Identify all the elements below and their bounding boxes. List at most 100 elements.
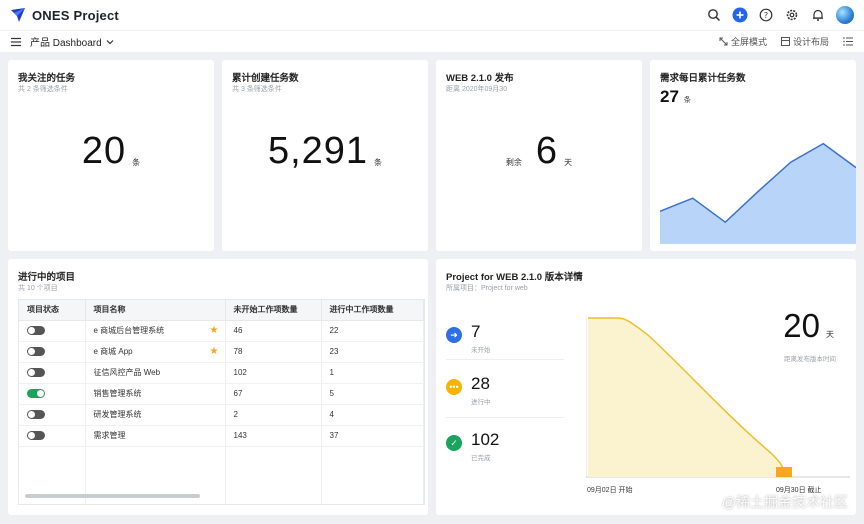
daily-count: 27: [660, 87, 679, 106]
card-title: Project for WEB 2.1.0 版本详情: [446, 272, 583, 283]
project-name[interactable]: e 商城 App: [94, 347, 133, 356]
column-header[interactable]: 项目名称: [85, 300, 226, 321]
check-icon: ✓: [446, 435, 462, 451]
followed-count: 20: [81, 130, 127, 172]
unit-label: 条: [683, 97, 691, 104]
table-row[interactable]: 征信风控产品 Web 102 1: [19, 362, 424, 384]
created-tasks-card: 累计创建任务数 共 3 条筛选条件 5,291 条: [222, 60, 428, 251]
burndown-area: [588, 318, 784, 477]
design-layout-button[interactable]: 设计布局: [780, 35, 829, 48]
chevron-down-icon[interactable]: [105, 37, 115, 47]
followed-tasks-card: 我关注的任务 共 2 条筛选条件 20 条: [8, 60, 214, 251]
star-icon[interactable]: ★: [210, 346, 219, 357]
todo-count: 46: [225, 320, 322, 342]
remaining-days: 6: [535, 130, 559, 172]
card-subtitle: 共 2 条筛选条件: [18, 86, 68, 93]
table-row[interactable]: 销售管理系统 67 5: [19, 383, 424, 405]
more-icon: •••: [446, 379, 462, 395]
project-name[interactable]: 销售管理系统: [94, 389, 142, 398]
table-row[interactable]: e 商城 App ★ 78 23: [19, 341, 424, 363]
status-toggle[interactable]: [27, 389, 45, 399]
expand-icon: [719, 37, 728, 46]
project-name[interactable]: 征信风控产品 Web: [94, 368, 161, 377]
avatar[interactable]: [836, 6, 854, 24]
bell-icon[interactable]: [810, 7, 826, 23]
stat-in-progress: ••• 28 进行中: [446, 375, 491, 406]
unit-label: 条: [132, 158, 141, 167]
stat-value: 28: [471, 374, 490, 393]
start-date-label: 09月02日 开始: [587, 487, 633, 494]
card-subtitle: 共 10 个项目: [18, 285, 58, 292]
card-subtitle: 距离 2020年09月30: [446, 86, 508, 93]
gear-icon[interactable]: [784, 7, 800, 23]
card-title: WEB 2.1.0 发布: [446, 73, 514, 84]
doing-count: 5: [321, 383, 424, 405]
stat-done: ✓ 102 已完成: [446, 431, 499, 462]
status-toggle[interactable]: [27, 410, 45, 420]
card-title: 累计创建任务数: [232, 73, 299, 84]
layout-icon: [780, 37, 790, 46]
todo-count: 2: [225, 404, 322, 426]
fullscreen-button[interactable]: 全屏模式: [719, 35, 767, 48]
remaining-label: 剩余: [505, 158, 522, 167]
table-row[interactable]: e 商城后台管理系统 ★ 46 22: [19, 320, 424, 342]
fullscreen-label: 全屏模式: [730, 37, 767, 47]
divider: [446, 417, 564, 418]
top-bar: ONES Project ?: [0, 0, 864, 30]
todo-count: 143: [225, 425, 322, 447]
stat-value: 7: [471, 322, 481, 341]
arrow-right-icon: ➜: [446, 327, 462, 343]
daily-tasks-card: 需求每日累计任务数 27 条: [650, 60, 856, 251]
stat-not-started: ➜ 7 未开始: [446, 323, 491, 354]
doing-count: 37: [321, 425, 424, 447]
status-toggle[interactable]: [27, 347, 45, 357]
add-icon[interactable]: [732, 7, 748, 23]
stat-value: 102: [471, 430, 500, 449]
table-row[interactable]: 需求管理 143 37: [19, 425, 424, 447]
column-header[interactable]: 进行中工作项数量: [321, 300, 424, 321]
stat-label: 已完成: [471, 455, 491, 462]
horizontal-scrollbar[interactable]: [25, 494, 200, 498]
watermark: @稀土掘金技术社区: [721, 494, 848, 510]
project-name[interactable]: e 商城后台管理系统: [94, 326, 165, 335]
stat-label: 未开始: [471, 347, 491, 354]
end-marker: [776, 467, 792, 477]
card-subtitle: 所属项目：Project for web: [446, 285, 528, 292]
release-countdown-card: WEB 2.1.0 发布 距离 2020年09月30 剩余 6 天: [436, 60, 642, 251]
star-icon[interactable]: ★: [210, 325, 219, 336]
column-header[interactable]: 项目状态: [19, 300, 86, 321]
created-count: 5,291: [267, 130, 369, 172]
status-toggle[interactable]: [27, 326, 45, 336]
daily-tasks-area-chart: [660, 142, 856, 244]
status-toggle[interactable]: [27, 431, 45, 441]
table-header-row: 项目状态 项目名称 未开始工作项数量 进行中工作项数量: [19, 300, 424, 321]
design-layout-label: 设计布局: [792, 37, 829, 47]
svg-text:?: ?: [764, 11, 768, 20]
status-toggle[interactable]: [27, 368, 45, 378]
countdown-label: 距离发布版本时间: [784, 356, 836, 363]
app-title: ONES Project: [32, 7, 119, 23]
list-icon[interactable]: [843, 36, 854, 47]
area-fill: [660, 143, 856, 244]
doing-count: 22: [321, 320, 424, 342]
divider: [446, 359, 564, 360]
todo-count: 102: [225, 362, 322, 384]
card-title: 需求每日累计任务数: [660, 73, 746, 84]
search-icon[interactable]: [706, 7, 722, 23]
dashboard-toolbar: 产品 Dashboard 全屏模式 设计布局: [0, 30, 864, 52]
menu-icon[interactable]: [10, 36, 22, 48]
todo-count: 67: [225, 383, 322, 405]
project-name[interactable]: 需求管理: [94, 431, 126, 440]
card-subtitle: 共 3 条筛选条件: [232, 86, 282, 93]
countdown-unit: 天: [826, 330, 834, 339]
help-icon[interactable]: ?: [758, 7, 774, 23]
dashboard-selector[interactable]: 产品 Dashboard: [30, 34, 102, 49]
card-title: 进行中的项目: [18, 272, 76, 283]
project-name[interactable]: 研发管理系统: [94, 410, 142, 419]
column-header[interactable]: 未开始工作项数量: [225, 300, 322, 321]
table-row[interactable]: 研发管理系统 2 4: [19, 404, 424, 426]
ones-logo-icon[interactable]: [10, 7, 26, 23]
card-title: 我关注的任务: [18, 73, 76, 84]
doing-count: 23: [321, 341, 424, 363]
unit-label: 条: [374, 158, 383, 167]
